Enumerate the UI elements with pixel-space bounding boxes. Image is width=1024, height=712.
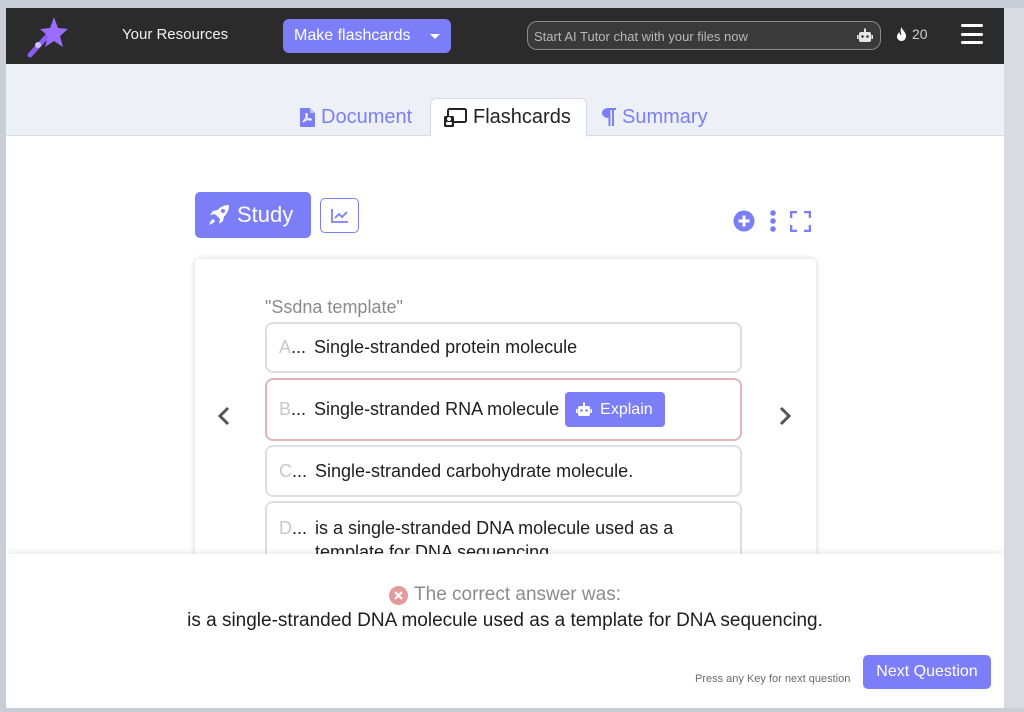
- stats-button[interactable]: [320, 198, 359, 233]
- pdf-file-icon: [300, 107, 315, 127]
- view-tabs: Document Flashcards Summary: [6, 64, 1004, 137]
- streak-counter: 20: [896, 26, 928, 42]
- study-button[interactable]: Study: [195, 192, 311, 238]
- option-text: Single-stranded carbohydrate molecule.: [315, 460, 634, 481]
- robot-icon: [576, 402, 593, 416]
- fullscreen-button[interactable]: [789, 210, 811, 232]
- streak-count: 20: [912, 26, 928, 42]
- feedback-title-text: The correct answer was:: [414, 584, 621, 605]
- option-ellipsis: ...: [292, 460, 308, 481]
- robot-icon[interactable]: [856, 27, 874, 45]
- tab-summary[interactable]: Summary: [602, 98, 708, 136]
- feedback-title: The correct answer was:: [6, 584, 1004, 606]
- tab-flashcards[interactable]: Flashcards: [430, 98, 587, 137]
- question-text: "Ssdna template": [265, 297, 403, 317]
- plus-circle-icon: [733, 210, 755, 232]
- option-letter: C: [279, 460, 292, 481]
- ai-tutor-search-bar: [527, 21, 881, 50]
- expand-icon: [789, 210, 811, 232]
- correct-answer-text: is a single-stranded DNA molecule used a…: [187, 610, 823, 631]
- add-card-button[interactable]: [733, 210, 755, 232]
- rocket-icon: [209, 205, 229, 225]
- answer-option-a[interactable]: A ... Single-stranded protein molecule: [265, 322, 742, 373]
- your-resources-link[interactable]: Your Resources: [122, 26, 228, 43]
- tab-document[interactable]: Document: [300, 98, 412, 136]
- tab-document-label: Document: [321, 105, 413, 128]
- flashcard: "Ssdna template" A ... Single-stranded p…: [195, 259, 816, 581]
- answer-option-b[interactable]: B ... Single-stranded RNA molecule Expla…: [265, 378, 742, 441]
- option-ellipsis: ...: [291, 337, 307, 357]
- explain-label: Explain: [600, 400, 653, 418]
- flame-icon: [897, 27, 906, 41]
- flashcards-icon: [444, 107, 467, 127]
- keyboard-hint: Press any Key for next question: [695, 673, 851, 685]
- option-ellipsis: ...: [292, 518, 308, 538]
- make-flashcards-label: Make flashcards: [294, 27, 411, 44]
- ai-tutor-chat-input[interactable]: [534, 26, 844, 46]
- explain-button[interactable]: Explain: [565, 392, 665, 427]
- option-letter: B: [279, 399, 292, 419]
- tab-summary-label: Summary: [622, 105, 708, 128]
- top-navbar: Your Resources Make flashcards 20: [6, 8, 1004, 64]
- next-question-button[interactable]: Next Question: [863, 655, 991, 689]
- option-letter: D: [279, 518, 292, 538]
- caret-down-icon: [430, 34, 440, 39]
- chevron-right-icon[interactable]: [778, 406, 792, 426]
- x-circle-icon: [389, 585, 409, 605]
- vertical-dots-icon: [770, 210, 776, 232]
- option-text: Single-stranded protein molecule: [314, 337, 578, 357]
- chevron-left-icon[interactable]: [217, 406, 231, 426]
- answer-feedback-panel: The correct answer was: is a single-stra…: [6, 554, 1004, 708]
- more-options-button[interactable]: [762, 210, 784, 232]
- study-label: Study: [237, 202, 294, 227]
- option-text: Single-stranded RNA molecule: [314, 399, 560, 419]
- option-ellipsis: ...: [291, 399, 307, 419]
- make-flashcards-dropdown[interactable]: Make flashcards: [283, 19, 451, 53]
- app-window: Your Resources Make flashcards 20: [6, 8, 1004, 708]
- answer-option-c[interactable]: C ... Single-stranded carbohydrate molec…: [265, 445, 742, 497]
- magic-wand-logo-icon[interactable]: [24, 15, 68, 59]
- paragraph-icon: [602, 108, 616, 126]
- option-letter: A: [279, 337, 292, 357]
- tab-flashcards-label: Flashcards: [473, 106, 571, 128]
- hamburger-menu-icon[interactable]: [961, 24, 983, 44]
- window-edge: [1004, 8, 1024, 708]
- chart-line-icon: [330, 209, 348, 223]
